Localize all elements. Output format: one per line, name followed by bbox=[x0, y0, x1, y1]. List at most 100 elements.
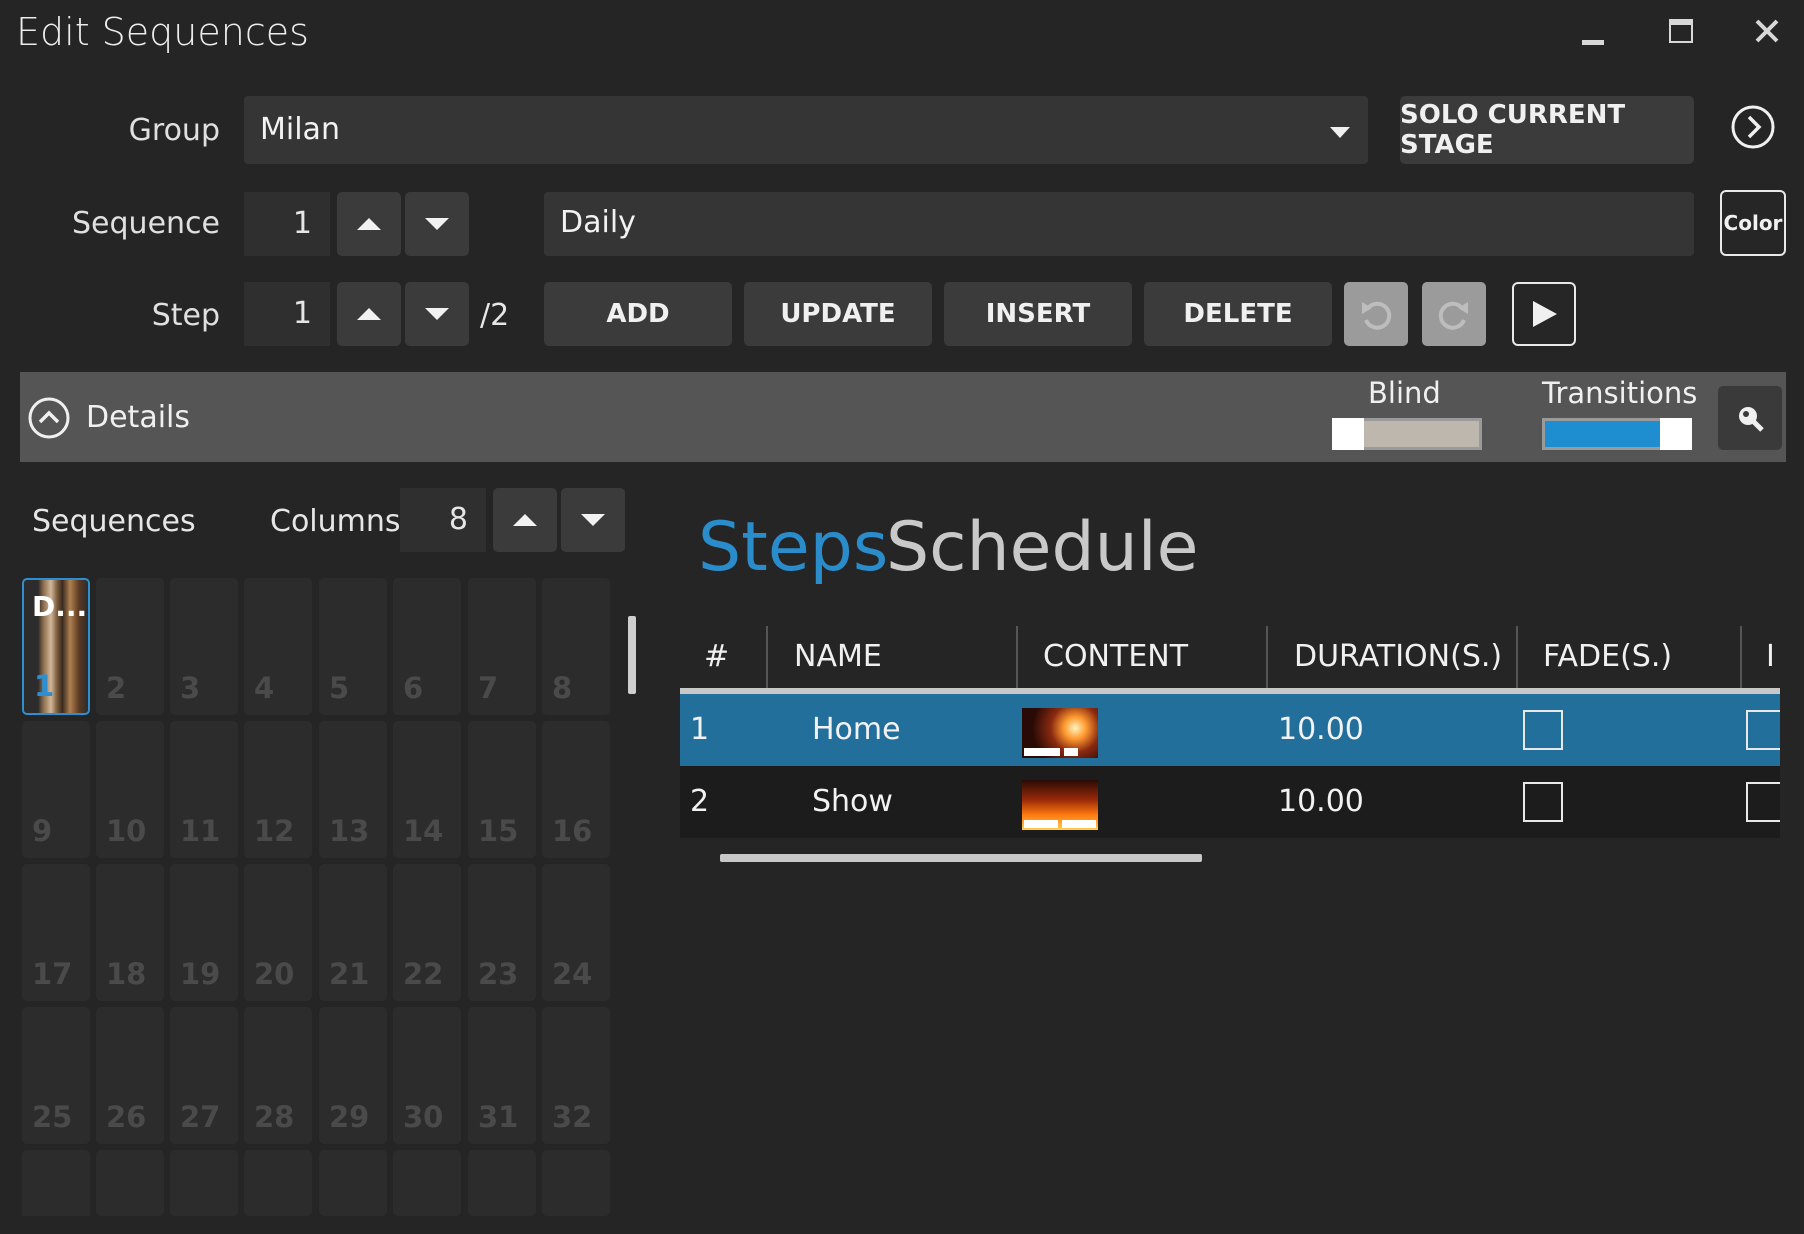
sequence-cell[interactable]: 23 bbox=[468, 864, 536, 1001]
sequence-label: Sequence bbox=[72, 206, 220, 241]
add-button[interactable]: ADD bbox=[544, 282, 732, 346]
sequence-number-field[interactable]: 1 bbox=[244, 192, 330, 256]
step-decrement-button[interactable] bbox=[405, 282, 469, 346]
sequence-cell[interactable]: 30 bbox=[393, 1007, 461, 1144]
color-button[interactable]: Color bbox=[1720, 190, 1786, 256]
delete-button[interactable]: DELETE bbox=[1144, 282, 1332, 346]
columns-field[interactable]: 8 bbox=[400, 488, 486, 552]
table-horizontal-scrollbar[interactable] bbox=[720, 854, 1202, 862]
group-dropdown-value: Milan bbox=[260, 112, 340, 147]
close-icon[interactable] bbox=[1744, 10, 1790, 56]
step-increment-button[interactable] bbox=[337, 282, 401, 346]
sequence-cell[interactable]: 4 bbox=[244, 578, 312, 715]
sequence-cell[interactable]: 21 bbox=[319, 864, 387, 1001]
transitions-toggle[interactable] bbox=[1542, 418, 1692, 450]
content-thumbnail[interactable] bbox=[1022, 708, 1098, 758]
sequence-cell[interactable]: 12 bbox=[244, 721, 312, 858]
sequence-cell[interactable]: 14 bbox=[393, 721, 461, 858]
table-row[interactable]: 2 Show 10.00 bbox=[680, 766, 1780, 838]
sequence-cell[interactable]: 20 bbox=[244, 864, 312, 1001]
redo-button[interactable] bbox=[1422, 282, 1486, 346]
sequence-cell[interactable]: 25 bbox=[22, 1007, 90, 1144]
sequence-cell[interactable]: 19 bbox=[170, 864, 238, 1001]
sequence-cell[interactable]: 27 bbox=[170, 1007, 238, 1144]
sequence-cell[interactable]: 15 bbox=[468, 721, 536, 858]
collapse-details-icon[interactable] bbox=[27, 396, 71, 444]
sequence-cell-number: 3 bbox=[180, 671, 201, 705]
sequence-cell-number: 8 bbox=[552, 671, 573, 705]
sequence-cell[interactable]: 7 bbox=[468, 578, 536, 715]
redo-icon bbox=[1438, 301, 1468, 330]
sequence-cell-number: 22 bbox=[403, 957, 444, 991]
row-num: 2 bbox=[690, 784, 710, 819]
columns-increment-button[interactable] bbox=[493, 488, 557, 552]
update-button[interactable]: UPDATE bbox=[744, 282, 932, 346]
sequence-decrement-button[interactable] bbox=[405, 192, 469, 256]
sequence-cell[interactable]: 29 bbox=[319, 1007, 387, 1144]
sequence-cell[interactable]: 3 bbox=[170, 578, 238, 715]
sequence-name-field[interactable]: Daily bbox=[544, 192, 1694, 256]
blind-toggle[interactable] bbox=[1332, 418, 1482, 450]
tab-steps[interactable]: Steps bbox=[698, 508, 888, 587]
sequence-cell-number: 32 bbox=[552, 1100, 593, 1134]
sequence-grid-scrollbar[interactable] bbox=[628, 616, 636, 694]
tab-schedule[interactable]: Schedule bbox=[886, 508, 1198, 587]
sequence-cell[interactable]: 22 bbox=[393, 864, 461, 1001]
sequence-cell-selected[interactable]: D... 1 bbox=[22, 578, 90, 715]
fade-checkbox[interactable] bbox=[1523, 710, 1563, 750]
sequence-cell[interactable]: 24 bbox=[542, 864, 610, 1001]
sequence-cell-number: 15 bbox=[478, 814, 519, 848]
column-divider bbox=[1516, 626, 1518, 690]
sequence-cell[interactable]: 18 bbox=[96, 864, 164, 1001]
sequence-cell[interactable]: 11 bbox=[170, 721, 238, 858]
fade-checkbox[interactable] bbox=[1523, 782, 1563, 822]
search-button[interactable] bbox=[1718, 386, 1782, 450]
sequence-cell[interactable]: 17 bbox=[22, 864, 90, 1001]
sequence-cell-number: 2 bbox=[106, 671, 127, 705]
sequence-cell[interactable]: 8 bbox=[542, 578, 610, 715]
minimize-icon[interactable] bbox=[1570, 14, 1616, 60]
sequence-cell-number: 29 bbox=[329, 1100, 370, 1134]
row-duration: 10.00 bbox=[1278, 712, 1364, 747]
extra-checkbox[interactable] bbox=[1746, 710, 1780, 750]
extra-checkbox[interactable] bbox=[1746, 782, 1780, 822]
play-button[interactable] bbox=[1512, 282, 1576, 346]
maximize-icon[interactable] bbox=[1658, 10, 1704, 56]
sequence-cell[interactable]: 2 bbox=[96, 578, 164, 715]
header-name[interactable]: NAME bbox=[794, 622, 882, 692]
header-content[interactable]: CONTENT bbox=[1043, 622, 1188, 692]
details-bar bbox=[20, 372, 1786, 462]
sequence-cell[interactable]: 32 bbox=[542, 1007, 610, 1144]
blind-label: Blind bbox=[1368, 376, 1441, 410]
group-dropdown[interactable]: Milan bbox=[244, 96, 1368, 164]
solo-current-stage-button[interactable]: SOLO CURRENT STAGE bbox=[1400, 96, 1694, 164]
sequence-cell[interactable]: 5 bbox=[319, 578, 387, 715]
header-fade[interactable]: FADE(S.) bbox=[1543, 622, 1672, 692]
step-label: Step bbox=[151, 298, 220, 333]
sequence-cell[interactable]: 28 bbox=[244, 1007, 312, 1144]
transitions-toggle-knob bbox=[1660, 418, 1692, 450]
arrow-down-icon bbox=[425, 308, 449, 320]
sequence-cell-number: 12 bbox=[254, 814, 295, 848]
step-number-field[interactable]: 1 bbox=[244, 282, 330, 346]
chevron-right-circle-icon[interactable] bbox=[1730, 104, 1776, 154]
sequence-cell[interactable]: 6 bbox=[393, 578, 461, 715]
sequence-cell[interactable]: 26 bbox=[96, 1007, 164, 1144]
insert-button[interactable]: INSERT bbox=[944, 282, 1132, 346]
sequence-cell[interactable]: 9 bbox=[22, 721, 90, 858]
header-truncated[interactable]: I bbox=[1766, 622, 1780, 692]
header-duration[interactable]: DURATION(S.) bbox=[1294, 622, 1502, 692]
row-duration: 10.00 bbox=[1278, 784, 1364, 819]
sequence-cell-number: 19 bbox=[180, 957, 221, 991]
sequence-cell[interactable]: 16 bbox=[542, 721, 610, 858]
sequence-cell[interactable]: 31 bbox=[468, 1007, 536, 1144]
sequence-cell[interactable]: 10 bbox=[96, 721, 164, 858]
columns-decrement-button[interactable] bbox=[561, 488, 625, 552]
sequence-cell-number: 28 bbox=[254, 1100, 295, 1134]
content-thumbnail[interactable] bbox=[1022, 780, 1098, 830]
sequence-cell[interactable]: 13 bbox=[319, 721, 387, 858]
table-row-selected[interactable]: 1 Home 10.00 bbox=[680, 694, 1780, 766]
undo-button[interactable] bbox=[1344, 282, 1408, 346]
sequence-increment-button[interactable] bbox=[337, 192, 401, 256]
sequence-cell-number: 31 bbox=[478, 1100, 519, 1134]
